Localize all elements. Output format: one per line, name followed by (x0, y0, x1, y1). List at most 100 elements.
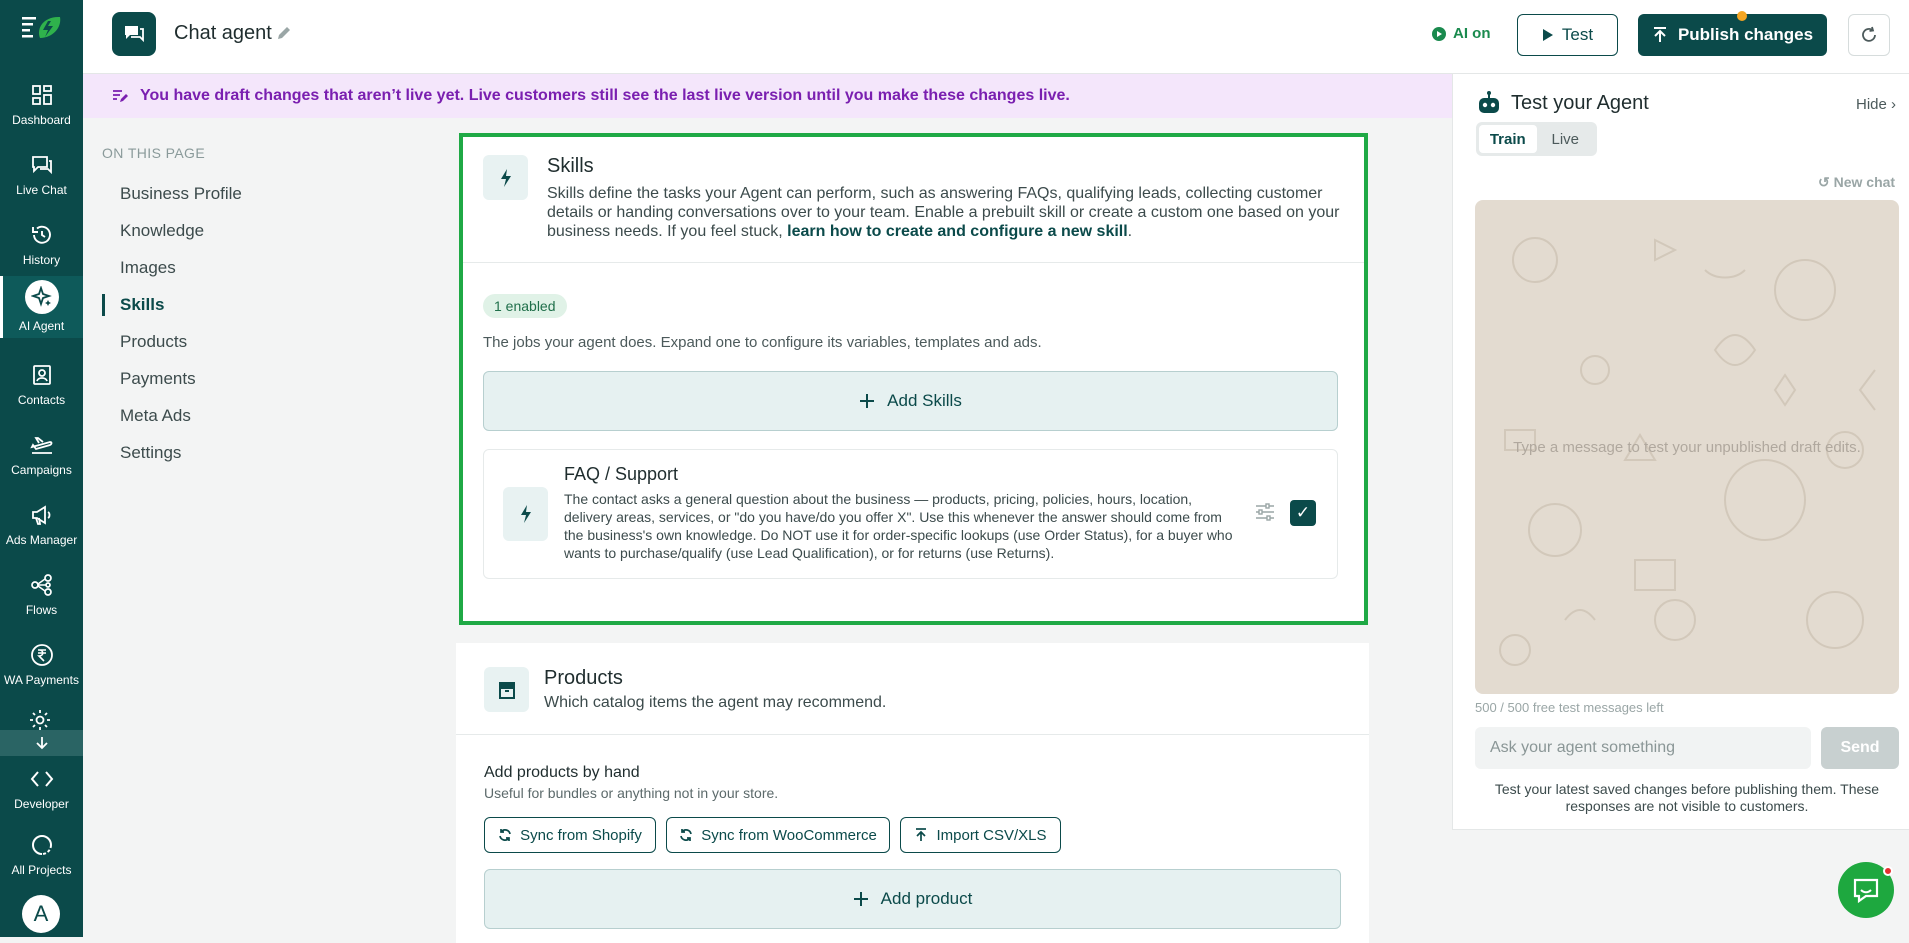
mode-toggle: Train Live (1476, 122, 1597, 156)
plus-icon (860, 394, 875, 408)
tab-live[interactable]: Live (1537, 125, 1595, 153)
nav-label: Ads Manager (5, 533, 78, 547)
play-icon (1542, 29, 1553, 41)
nav-label: AI Agent (18, 319, 65, 333)
ai-status[interactable]: AI on (1431, 25, 1491, 42)
nav-history[interactable]: History (0, 214, 83, 276)
history-icon (29, 222, 55, 248)
play-circle-icon (1432, 26, 1446, 41)
scroll-down-button[interactable] (0, 730, 83, 756)
code-icon (29, 766, 55, 792)
refresh-button[interactable] (1848, 14, 1890, 56)
nav-live-chat[interactable]: Live Chat (0, 144, 83, 206)
rupee-icon (29, 642, 55, 668)
add-product-label: Add product (880, 889, 973, 908)
sync-icon (680, 829, 693, 841)
skill-item-faq[interactable]: FAQ / Support The contact asks a general… (483, 449, 1338, 579)
chat-agent-icon (112, 12, 156, 56)
sync-shopify-button[interactable]: Sync from Shopify (484, 817, 656, 853)
sync-woocommerce-label: Sync from WooCommerce (701, 826, 877, 844)
toc-item-business-profile[interactable]: Business Profile (102, 183, 242, 220)
plus-icon (853, 892, 868, 906)
toc-list: Business Profile Knowledge Images Skills… (102, 183, 242, 479)
refresh-icon (1862, 26, 1876, 42)
chat-bubble-icon (1853, 878, 1879, 903)
products-title: Products (544, 667, 623, 689)
chat-area: Type a message to test your unpublished … (1475, 200, 1899, 694)
dashboard-icon (29, 82, 55, 108)
sync-woocommerce-button[interactable]: Sync from WooCommerce (666, 817, 890, 853)
plane-icon (29, 432, 55, 458)
nav-wa-payments[interactable]: WA Payments (0, 634, 83, 696)
unpublished-dot (1737, 11, 1747, 21)
nav-rail: Dashboard Live Chat History AI Agent Con… (0, 0, 83, 937)
draft-edit-icon (113, 90, 128, 102)
flows-icon (29, 572, 55, 598)
toc-item-meta-ads[interactable]: Meta Ads (102, 405, 242, 442)
nav-ai-agent[interactable]: AI Agent (0, 276, 83, 338)
nav-label: Contacts (17, 393, 66, 407)
sync-icon (499, 829, 511, 841)
add-by-hand-title: Add products by hand (484, 764, 640, 781)
learn-skill-link[interactable]: learn how to create and configure a new … (787, 223, 1128, 240)
top-bar: Chat agent AI on Test Publish changes (83, 0, 1909, 74)
publish-button[interactable]: Publish changes (1638, 14, 1827, 56)
toc-item-products[interactable]: Products (102, 331, 242, 368)
nav-contacts[interactable]: Contacts (0, 354, 83, 416)
nav-label: Campaigns (11, 463, 72, 477)
toc-item-images[interactable]: Images (102, 257, 242, 294)
ai-status-label: AI on (1453, 25, 1491, 42)
test-agent-panel: Test your Agent Hide › Train Live ↺ New … (1452, 74, 1909, 830)
robot-icon (1476, 90, 1502, 121)
import-csv-button[interactable]: Import CSV/XLS (900, 817, 1061, 853)
nav-dashboard[interactable]: Dashboard (0, 74, 83, 136)
configure-sliders-icon[interactable] (1254, 502, 1276, 527)
tab-train[interactable]: Train (1479, 125, 1537, 153)
ai-sparkle-icon (24, 280, 59, 314)
nav-label: Live Chat (16, 183, 67, 197)
publish-button-label: Publish changes (1677, 25, 1814, 44)
toc-item-payments[interactable]: Payments (102, 368, 242, 405)
add-product-button[interactable]: Add product (484, 869, 1341, 929)
contacts-icon (29, 362, 55, 388)
skills-section: Skills Skills define the tasks your Agen… (459, 133, 1368, 625)
nav-flows[interactable]: Flows (0, 564, 83, 626)
logo[interactable] (0, 8, 83, 48)
ask-input[interactable]: Ask your agent something (1475, 727, 1811, 769)
add-by-hand-desc: Useful for bundles or anything not in yo… (484, 785, 779, 801)
nav-label: Flows (25, 603, 58, 617)
toc-item-skills[interactable]: Skills (102, 294, 242, 331)
edit-title-icon[interactable] (275, 24, 293, 47)
megaphone-icon (29, 502, 55, 528)
draft-banner: You have draft changes that aren’t live … (83, 74, 1453, 118)
skills-subtitle: The jobs your agent does. Expand one to … (483, 334, 1042, 351)
toc-item-knowledge[interactable]: Knowledge (102, 220, 242, 257)
sync-shopify-label: Sync from Shopify (520, 826, 642, 844)
test-agent-title: Test your Agent (1511, 92, 1649, 114)
on-this-page: ON THIS PAGE Business Profile Knowledge … (102, 145, 242, 479)
notification-dot (1883, 866, 1893, 876)
nav-ads-manager[interactable]: Ads Manager (0, 494, 83, 556)
test-button[interactable]: Test (1517, 14, 1618, 56)
draft-banner-text: You have draft changes that aren’t live … (140, 87, 1070, 104)
import-csv-label: Import CSV/XLS (936, 826, 1047, 844)
avatar[interactable]: A (22, 895, 60, 933)
nav-developer[interactable]: Developer (0, 758, 83, 820)
toc-heading: ON THIS PAGE (102, 145, 206, 161)
toc-item-settings[interactable]: Settings (102, 442, 242, 479)
enabled-badge: 1 enabled (483, 294, 567, 318)
skill-name: FAQ / Support (564, 464, 679, 484)
skill-enabled-checkbox[interactable]: ✓ (1290, 500, 1316, 526)
nav-all-projects[interactable]: All Projects (0, 824, 83, 886)
nav-campaigns[interactable]: Campaigns (0, 424, 83, 486)
logo-icon (21, 16, 60, 38)
skills-description: Skills define the tasks your Agent can p… (547, 184, 1347, 241)
page-title: Chat agent (174, 22, 272, 44)
add-skills-button[interactable]: Add Skills (483, 371, 1338, 431)
hide-panel-button[interactable]: Hide › (1856, 96, 1896, 113)
send-button[interactable]: Send (1821, 727, 1899, 769)
nav-label: Dashboard (12, 113, 71, 127)
products-section: Products Which catalog items the agent m… (456, 643, 1369, 943)
archive-box-icon (484, 667, 529, 712)
new-chat-button[interactable]: ↺ New chat (1818, 174, 1895, 191)
